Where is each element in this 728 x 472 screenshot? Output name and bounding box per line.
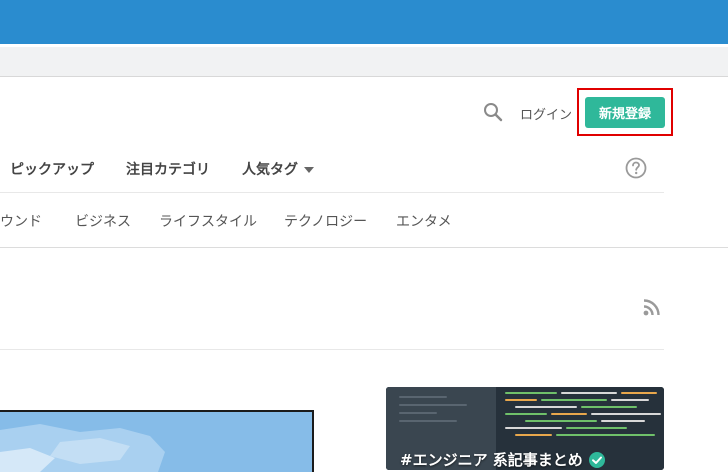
category-business[interactable]: ビジネス (75, 211, 131, 231)
signup-button[interactable]: 新規登録 (585, 97, 665, 128)
category-technology[interactable]: テクノロジー (284, 211, 367, 231)
map-illustration (0, 412, 312, 472)
nav-item-popular-tags-label: 人気タグ (242, 162, 298, 178)
search-icon[interactable] (483, 102, 503, 122)
help-icon[interactable] (625, 157, 647, 179)
chevron-down-icon (304, 167, 314, 173)
nav-divider (0, 192, 664, 193)
card-title: #エンジニア 系記事まとめ (400, 449, 605, 470)
nav-item-pickup[interactable]: ピックアップ (10, 159, 94, 179)
article-card-engineer[interactable]: #エンジニア 系記事まとめ (386, 387, 664, 470)
nav-item-popular-tags[interactable]: 人気タグ (242, 159, 314, 179)
browser-top-bar (0, 0, 728, 44)
category-entertainment[interactable]: エンタメ (396, 211, 452, 231)
check-icon (588, 451, 605, 468)
category-sound[interactable]: サウンド (0, 211, 42, 231)
login-link[interactable]: ログイン (520, 104, 572, 123)
section-divider (0, 349, 664, 350)
sub-bar (0, 47, 728, 77)
card-title-text: #エンジニア 系記事まとめ (400, 451, 583, 469)
category-lifestyle[interactable]: ライフスタイル (159, 211, 257, 231)
article-thumbnail-left[interactable] (0, 410, 314, 472)
nav-item-featured-categories[interactable]: 注目カテゴリ (126, 159, 210, 179)
rss-icon[interactable] (643, 298, 661, 316)
